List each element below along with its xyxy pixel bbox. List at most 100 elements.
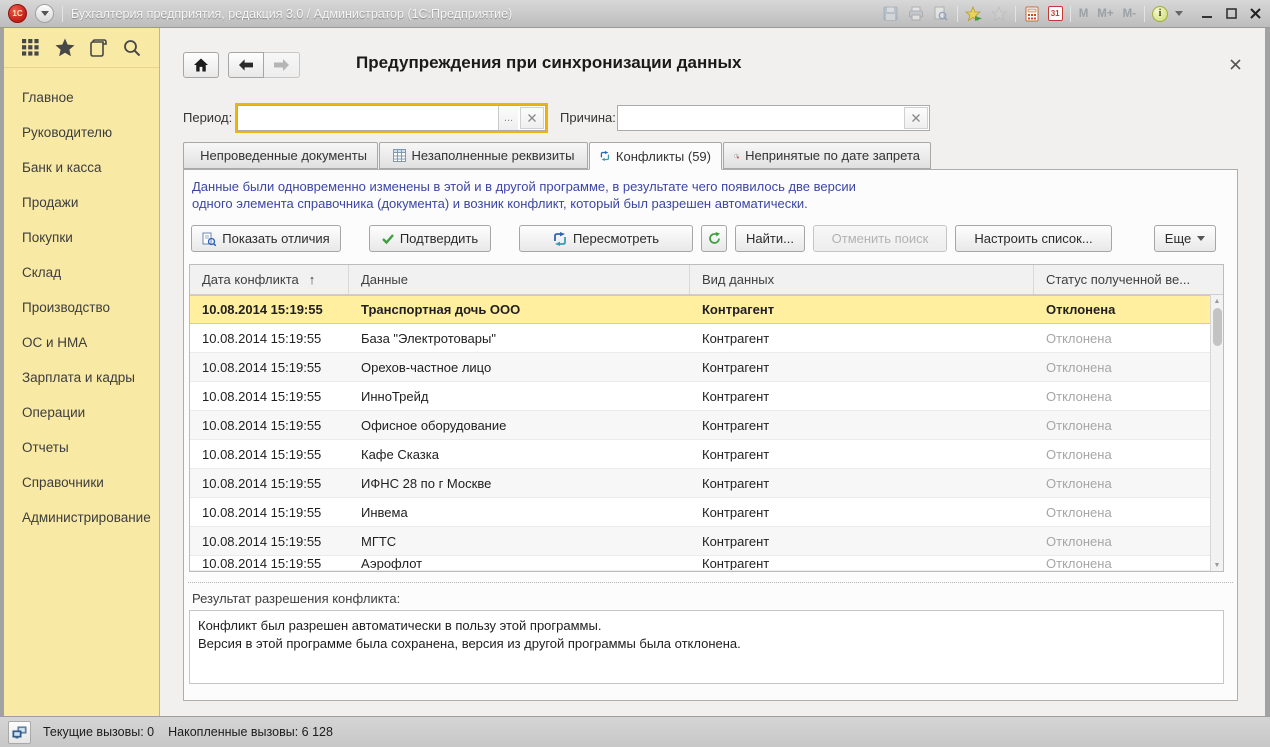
- favorites-star-icon[interactable]: [54, 37, 76, 59]
- search-icon[interactable]: [121, 37, 143, 59]
- minimize-button[interactable]: [1200, 5, 1214, 23]
- sidebar-item[interactable]: Производство: [4, 290, 159, 325]
- client-server-calls-icon: [12, 726, 27, 739]
- column-label: Вид данных: [702, 272, 774, 287]
- sidebar-item[interactable]: Руководителю: [4, 115, 159, 150]
- close-button[interactable]: [1248, 5, 1262, 23]
- result-text-box[interactable]: Конфликт был разрешен автоматически в по…: [189, 610, 1224, 684]
- home-button[interactable]: [183, 52, 219, 78]
- table-row[interactable]: 10.08.2014 15:19:55ИнноТрейдКонтрагентОт…: [190, 382, 1210, 411]
- history-icon[interactable]: [87, 37, 109, 59]
- form-close-button[interactable]: [1227, 56, 1243, 72]
- table-row[interactable]: 10.08.2014 15:19:55База "Электротовары"К…: [190, 324, 1210, 353]
- sidebar-item[interactable]: Отчеты: [4, 430, 159, 465]
- tab-label: Непринятые по дате запрета: [745, 148, 920, 163]
- close-icon: [1230, 59, 1241, 70]
- add-to-favorites-icon[interactable]: [965, 5, 983, 23]
- sidebar-item[interactable]: Склад: [4, 255, 159, 290]
- cancel-search-button[interactable]: Отменить поиск: [813, 225, 947, 252]
- scroll-up-icon[interactable]: ▲: [1211, 295, 1223, 307]
- info-icon[interactable]: i: [1152, 6, 1168, 22]
- column-header-kind[interactable]: Вид данных: [690, 265, 1034, 294]
- cell-data: Инвема: [349, 498, 690, 526]
- sidebar-item[interactable]: Главное: [4, 80, 159, 115]
- refresh-button[interactable]: [701, 225, 727, 252]
- reason-input[interactable]: [618, 106, 902, 130]
- sidebar-item[interactable]: Продажи: [4, 185, 159, 220]
- scroll-down-icon[interactable]: ▼: [1211, 559, 1223, 571]
- cell-date: 10.08.2014 15:19:55: [190, 498, 349, 526]
- app-logo-1c[interactable]: 1С: [8, 4, 27, 23]
- sidebar-item[interactable]: Справочники: [4, 465, 159, 500]
- table-row[interactable]: 10.08.2014 15:19:55Офисное оборудованиеК…: [190, 411, 1210, 440]
- chevron-down-icon: [41, 11, 49, 16]
- cell-data: МГТС: [349, 527, 690, 555]
- period-clear-button[interactable]: [520, 107, 544, 129]
- maximize-button[interactable]: [1224, 5, 1238, 23]
- button-label: Еще: [1165, 231, 1191, 246]
- clock-denied-icon: [734, 149, 739, 163]
- find-button[interactable]: Найти...: [735, 225, 805, 252]
- chevron-down-icon[interactable]: [1175, 11, 1183, 16]
- calendar-icon[interactable]: 31: [1048, 6, 1063, 21]
- cell-status: Отклонена: [1034, 296, 1210, 323]
- button-label: Найти...: [746, 231, 794, 246]
- memory-minus-button: M-: [1122, 8, 1137, 20]
- configure-list-button[interactable]: Настроить список...: [955, 225, 1112, 252]
- review-button[interactable]: Пересмотреть: [519, 225, 693, 252]
- titlebar-separator: [1015, 6, 1016, 22]
- table-row[interactable]: 10.08.2014 15:19:55МГТСКонтрагентОтклоне…: [190, 527, 1210, 556]
- period-choose-button[interactable]: ...: [498, 106, 518, 130]
- calculator-icon[interactable]: [1023, 5, 1041, 23]
- table-row[interactable]: 10.08.2014 15:19:55Транспортная дочь ООО…: [190, 295, 1210, 324]
- cell-status: Отклонена: [1034, 324, 1210, 352]
- sidebar-item[interactable]: Банк и касса: [4, 150, 159, 185]
- scrollbar-thumb[interactable]: [1213, 308, 1222, 346]
- titlebar-separator: [1144, 6, 1145, 22]
- column-label: Данные: [361, 272, 408, 287]
- cell-status: Отклонена: [1034, 440, 1210, 468]
- column-header-status[interactable]: Статус полученной ве...: [1034, 265, 1223, 294]
- column-header-date[interactable]: Дата конфликта ↑: [190, 265, 349, 294]
- cell-data: Транспортная дочь ООО: [349, 296, 690, 323]
- cell-date: 10.08.2014 15:19:55: [190, 469, 349, 497]
- sidebar-item[interactable]: Операции: [4, 395, 159, 430]
- more-button[interactable]: Еще: [1154, 225, 1216, 252]
- sidebar-item[interactable]: Зарплата и кадры: [4, 360, 159, 395]
- tab-label: Незаполненные реквизиты: [412, 148, 575, 163]
- table-row[interactable]: 10.08.2014 15:19:55Кафе СказкаКонтрагент…: [190, 440, 1210, 469]
- cell-kind: Контрагент: [690, 411, 1034, 439]
- tab-conflicts[interactable]: Конфликты (59): [589, 142, 722, 170]
- sidebar-item[interactable]: Администрирование: [4, 500, 159, 535]
- sync-conflict-icon: [600, 149, 610, 163]
- tab-bar: Непроведенные документы Незаполненные ре…: [183, 142, 932, 170]
- forward-button[interactable]: [264, 52, 300, 78]
- cell-status: Отклонена: [1034, 469, 1210, 497]
- tab-unposted-documents[interactable]: Непроведенные документы: [183, 142, 378, 169]
- clear-icon: [912, 114, 920, 122]
- reason-clear-button[interactable]: [904, 107, 928, 129]
- table-icon: [393, 149, 406, 162]
- cell-kind: Контрагент: [690, 353, 1034, 381]
- tab-rejected-by-date[interactable]: Непринятые по дате запрета: [723, 142, 931, 169]
- sections-grid-icon[interactable]: [20, 37, 42, 59]
- titlebar: 1С Бухгалтерия предприятия, редакция 3.0…: [0, 0, 1270, 28]
- period-input[interactable]: [238, 106, 498, 130]
- cell-status: Отклонена: [1034, 353, 1210, 381]
- cell-status: Отклонена: [1034, 527, 1210, 555]
- sidebar-item[interactable]: Покупки: [4, 220, 159, 255]
- column-header-data[interactable]: Данные: [349, 265, 690, 294]
- table-row[interactable]: 10.08.2014 15:19:55Орехов-частное лицоКо…: [190, 353, 1210, 382]
- main-menu-button[interactable]: [35, 4, 54, 23]
- table-row[interactable]: 10.08.2014 15:19:55ИнвемаКонтрагентОткло…: [190, 498, 1210, 527]
- confirm-button[interactable]: Подтвердить: [369, 225, 491, 252]
- sidebar-item[interactable]: ОС и НМА: [4, 325, 159, 360]
- table-row[interactable]: 10.08.2014 15:19:55АэрофлотКонтрагентОтк…: [190, 556, 1210, 571]
- vertical-scrollbar[interactable]: ▲ ▼: [1210, 295, 1223, 571]
- table-row[interactable]: 10.08.2014 15:19:55ИФНС 28 по г МосквеКо…: [190, 469, 1210, 498]
- tab-unfilled-attributes[interactable]: Незаполненные реквизиты: [379, 142, 588, 169]
- performance-indicator-button[interactable]: [8, 721, 31, 744]
- dotted-separator: [188, 582, 1233, 583]
- show-differences-button[interactable]: Показать отличия: [191, 225, 341, 252]
- back-button[interactable]: [228, 52, 264, 78]
